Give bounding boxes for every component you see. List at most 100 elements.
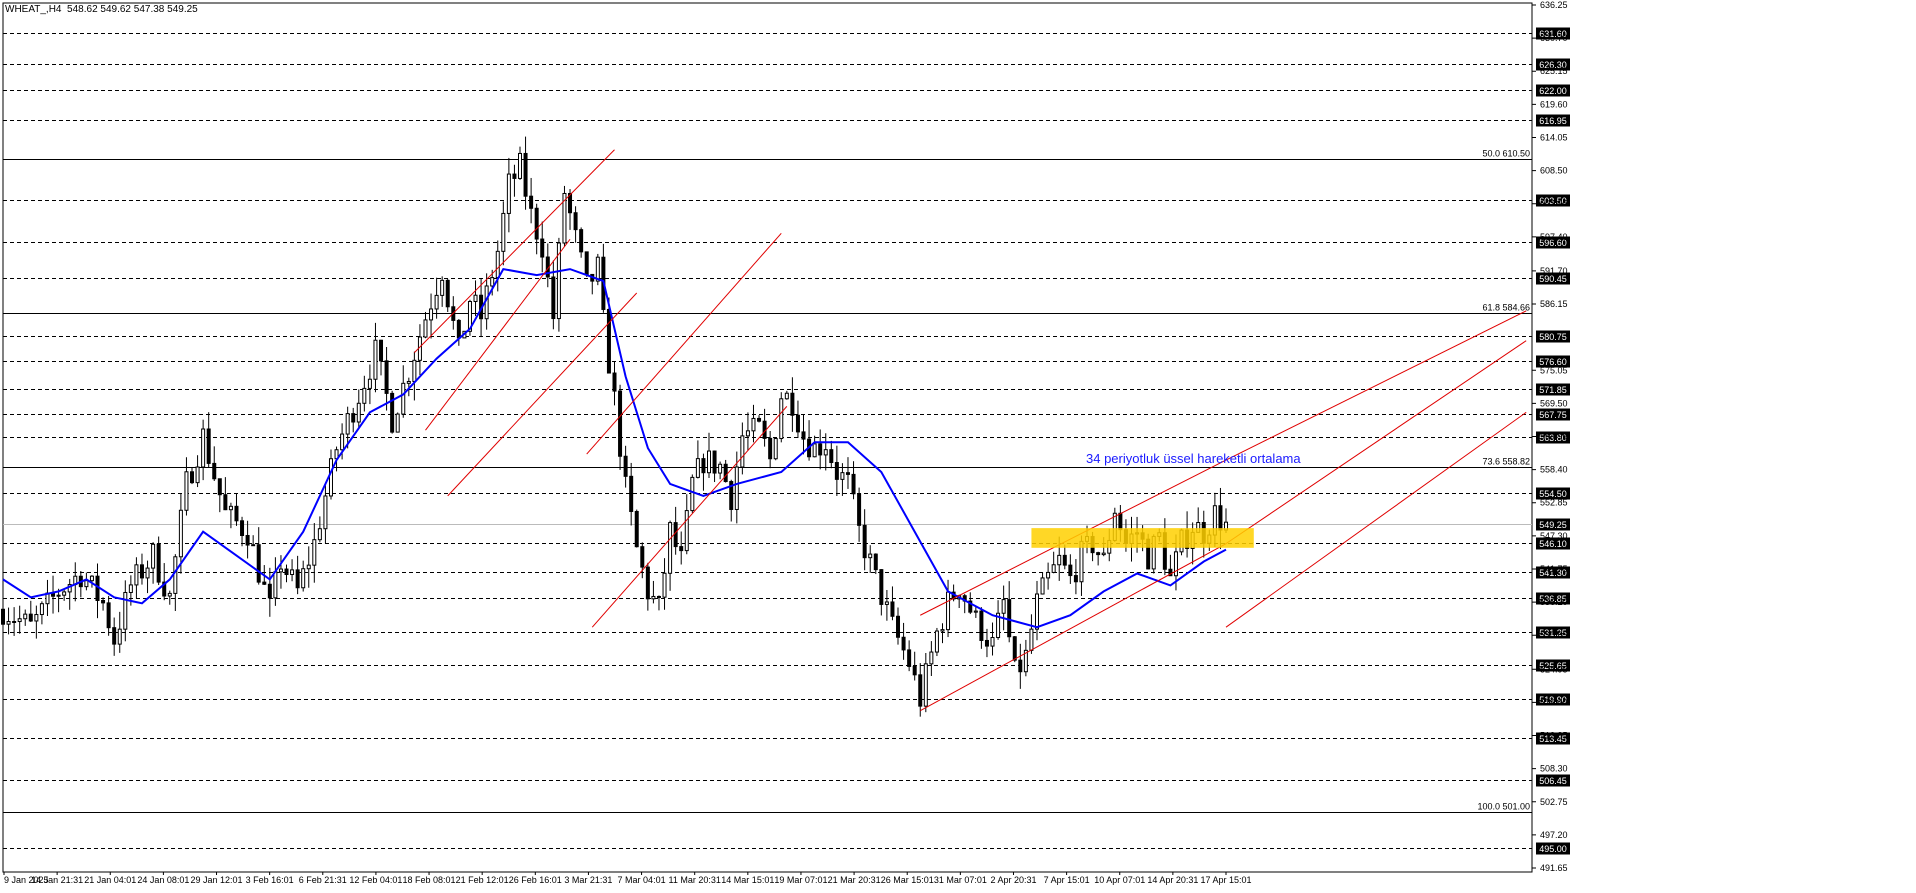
price-tick-label: 524.95 [1540, 664, 1568, 674]
time-tick-label: 29 Jan 12:01 [190, 875, 242, 885]
candle-body [273, 571, 278, 599]
candle-body [540, 238, 545, 258]
candle-body [217, 478, 222, 496]
time-tick-label: 24 Jan 08:01 [137, 875, 189, 885]
candle-body [595, 256, 600, 282]
candle-body [106, 602, 111, 629]
time-tick-label: 21 Feb 12:01 [456, 875, 509, 885]
candle-body [823, 449, 828, 456]
candle-body [1046, 571, 1051, 579]
time-tick-label: 7 Apr 15:01 [1044, 875, 1090, 885]
level-price-label: 495.00 [1539, 844, 1567, 854]
candle-body [1012, 636, 1017, 661]
candle-body [640, 546, 645, 568]
price-tick-label: 619.60 [1540, 99, 1568, 109]
candle-body [89, 575, 94, 582]
candle-body [34, 614, 39, 622]
candle-body [190, 471, 195, 484]
candle-body [501, 212, 506, 252]
candle-body [818, 443, 823, 456]
candle-body [907, 649, 912, 667]
candle-body [223, 494, 228, 511]
candle-body [156, 543, 161, 583]
candle-body [278, 568, 283, 573]
time-tick-label: 19 Mar 07:01 [774, 875, 827, 885]
candle-body [879, 569, 884, 605]
time-tick-label: 6 Feb 21:31 [299, 875, 347, 885]
level-price-label: 549.25 [1539, 520, 1567, 530]
candle-body [56, 594, 61, 597]
candle-body [434, 294, 439, 310]
price-tick-label: 502.75 [1540, 797, 1568, 807]
candle-body [812, 443, 817, 458]
candle-body [356, 402, 361, 423]
price-tick-label: 541.75 [1540, 564, 1568, 574]
candle-body [1034, 593, 1039, 630]
candle-body [712, 450, 717, 474]
candle-body [768, 437, 773, 460]
candle-body [384, 360, 389, 394]
candle-body [612, 372, 617, 392]
candle-body [6, 620, 11, 625]
candle-body [751, 417, 756, 432]
candle-body [1068, 564, 1073, 577]
price-tick-label: 547.30 [1540, 531, 1568, 541]
level-price-label: 616.95 [1539, 116, 1567, 126]
candle-body [723, 463, 728, 483]
candle-body [178, 509, 183, 558]
candle-body [834, 462, 839, 480]
candle-body [795, 414, 800, 433]
candle-body [328, 458, 333, 497]
candle-body [707, 450, 712, 474]
candle-body [734, 466, 739, 510]
candle-body [651, 595, 656, 600]
candle-body [473, 294, 478, 303]
candle-body [946, 591, 951, 631]
candle-body [128, 584, 133, 593]
price-tick-label: 630.70 [1540, 33, 1568, 43]
candle-body [662, 572, 667, 598]
price-tick-label: 569.50 [1540, 398, 1568, 408]
price-tick-label: 575.05 [1540, 365, 1568, 375]
candle-body [373, 339, 378, 380]
price-tick-label: 491.65 [1540, 863, 1568, 873]
candle-body [440, 279, 445, 296]
candle-body [896, 615, 901, 638]
candle-body [1, 608, 5, 625]
candle-body [1096, 552, 1101, 556]
candle-body [345, 413, 350, 435]
candle-body [618, 390, 623, 457]
price-tick-label: 625.15 [1540, 66, 1568, 76]
candle-body [117, 628, 122, 645]
time-tick-label: 14 Apr 20:31 [1147, 875, 1198, 885]
candle-body [668, 522, 673, 574]
candle-body [429, 308, 434, 321]
candle-body [517, 152, 522, 179]
candle-body [395, 413, 400, 433]
channel-line [920, 543, 1227, 712]
price-tick-label: 508.30 [1540, 764, 1568, 774]
candle-body [901, 636, 906, 651]
candle-body [1057, 554, 1062, 566]
candle-body [362, 387, 367, 404]
level-price-label: 580.75 [1539, 332, 1567, 342]
candle-body [873, 553, 878, 571]
candle-body [101, 600, 106, 604]
candle-body [779, 398, 784, 440]
candle-body [1118, 512, 1123, 531]
candle-body [317, 528, 322, 541]
candle-body [695, 458, 700, 478]
candle-body [267, 583, 272, 599]
candle-body [1051, 564, 1056, 573]
candle-body [979, 610, 984, 641]
candle-body [534, 207, 539, 240]
time-tick-label: 14 Mar 15:01 [721, 875, 774, 885]
candle-body [256, 544, 261, 583]
candle-body [39, 603, 44, 616]
candle-body [890, 601, 895, 617]
candle-body [123, 591, 128, 630]
price-tick-label: 552.85 [1540, 498, 1568, 508]
price-tick-label: 608.50 [1540, 166, 1568, 176]
candle-body [573, 212, 578, 231]
candle-body [784, 392, 789, 400]
